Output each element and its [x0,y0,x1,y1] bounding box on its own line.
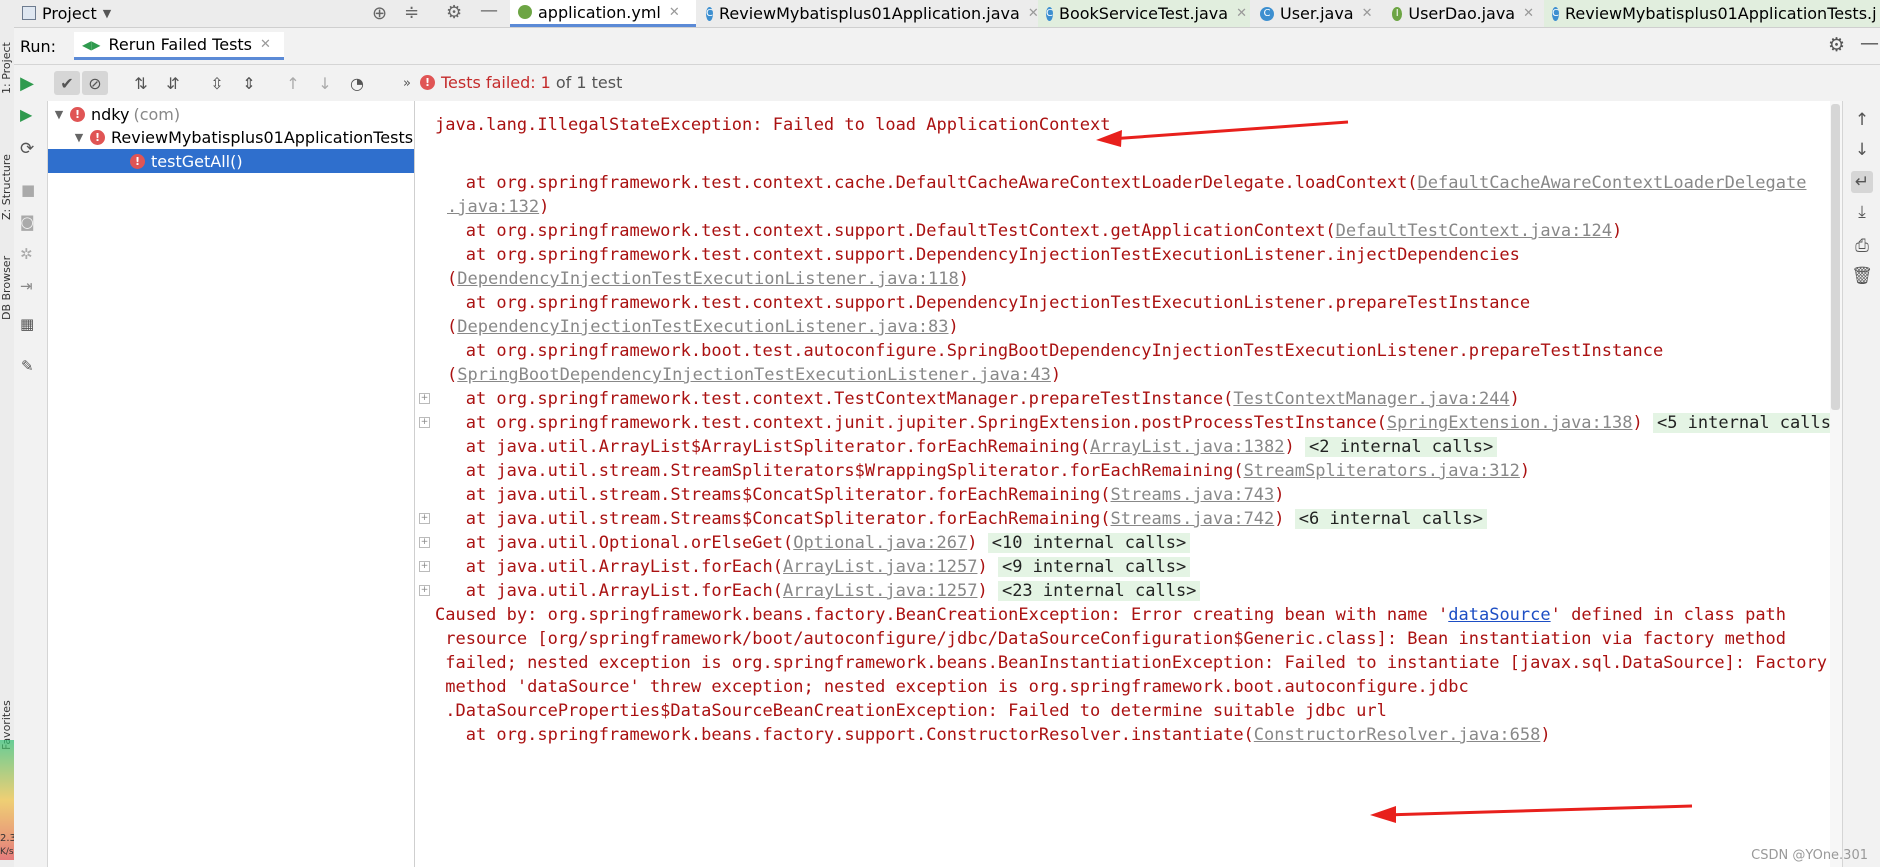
soft-wrap-icon[interactable]: ↵ [1851,171,1873,193]
scrollbar-thumb[interactable] [1831,104,1840,410]
scroll-to-end-icon[interactable]: ⤓ [1851,201,1873,223]
annotation-arrows [1096,120,1693,823]
arrow-up-icon[interactable]: ↑ [1851,109,1873,131]
print-icon[interactable]: ⎙ [1851,235,1873,257]
red-arrow-annotation [1096,120,1349,147]
console-side-toolbar: ↑ ↓ ↵ ⤓ ⎙ 🗑 [1842,101,1880,867]
trash-icon[interactable]: 🗑 [1851,265,1873,287]
arrow-down-icon[interactable]: ↓ [1851,139,1873,161]
watermark: CSDN @YOne.301 [1751,848,1868,863]
red-arrow-annotation [1370,804,1693,823]
